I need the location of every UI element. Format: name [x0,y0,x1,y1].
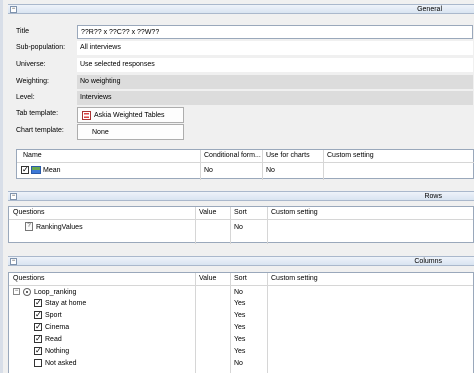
mean-checkbox[interactable] [21,165,29,175]
stats-header-use-for-charts[interactable]: Use for charts [266,152,310,159]
item-checkbox[interactable] [34,346,42,356]
item-checkbox[interactable] [34,322,42,332]
item-checkbox[interactable] [34,310,42,320]
item-sort[interactable]: Yes [234,348,245,355]
columns-header-sort[interactable]: Sort [234,275,247,282]
item-sort[interactable]: Yes [234,336,245,343]
columns-grid: Questions Value Sort Custom setting − Lo… [8,272,474,373]
stats-mean-conditional[interactable]: No [204,167,213,174]
collapse-icon[interactable]: − [10,258,17,265]
rows-item-label: RankingValues [36,224,83,231]
columns-parent-label: Loop_ranking [34,289,77,296]
table-template-icon [82,111,91,120]
columns-header-questions[interactable]: Questions [13,275,45,282]
stats-mean-use-for-charts[interactable]: No [266,167,275,174]
rows-section-title: Rows [424,193,442,200]
item-checkbox[interactable] [34,298,42,308]
general-section-header[interactable]: − General [8,4,474,14]
item-sort[interactable]: Yes [234,312,245,319]
rows-item-sort[interactable]: No [234,224,243,231]
weighting-label: Weighting: [16,78,49,85]
rows-section-header[interactable]: − Rows [8,191,474,201]
tab-template-value: Askia Weighted Tables [94,112,165,119]
tree-collapse-icon[interactable]: − [13,288,20,295]
item-label: Nothing [45,348,70,355]
columns-parent-sort[interactable]: No [234,289,243,296]
universe-label: Universe: [16,61,46,68]
level-value[interactable]: Interviews [77,91,473,105]
collapse-icon[interactable]: − [10,6,17,13]
columns-section-title: Columns [414,258,442,265]
tab-template-button[interactable]: Askia Weighted Tables [77,107,184,123]
item-label: Stay at home [45,300,87,307]
item-label: Sport [45,312,62,319]
rows-grid: Questions Value Sort Custom setting ? Ra… [8,206,474,244]
chart-template-button[interactable]: None [77,124,184,140]
loop-question-icon [23,288,31,296]
subpopulation-label: Sub-population: [16,44,66,51]
item-label: Not asked [45,360,77,367]
columns-header-custom[interactable]: Custom setting [271,275,318,282]
rows-header-questions[interactable]: Questions [13,209,45,216]
chart-template-value: None [92,129,109,136]
chart-template-label: Chart template: [16,127,64,134]
mean-stat-icon [31,166,41,174]
general-section-title: General [417,6,442,13]
rows-header-custom[interactable]: Custom setting [271,209,318,216]
stats-mean-name: Mean [43,167,61,174]
subpopulation-value[interactable]: All interviews [77,41,473,55]
item-checkbox[interactable] [34,334,42,344]
columns-header-value[interactable]: Value [199,275,216,282]
left-edge [0,0,3,373]
item-checkbox[interactable] [34,359,42,367]
weighting-value[interactable]: No weighting [77,75,473,89]
title-input[interactable]: ??R?? x ??C?? x ??W?? [77,25,473,39]
item-label: Read [45,336,62,343]
title-label: Title [16,28,29,35]
stats-header-conditional[interactable]: Conditional form... [204,152,261,159]
rows-header-sort[interactable]: Sort [234,209,247,216]
columns-section-header[interactable]: − Columns [8,256,474,266]
item-sort[interactable]: Yes [234,300,245,307]
stats-header-name[interactable]: Name [23,152,42,159]
level-label: Level: [16,94,35,101]
stats-header-custom[interactable]: Custom setting [327,152,374,159]
tab-template-label: Tab template: [16,110,59,117]
rows-header-value[interactable]: Value [199,209,216,216]
collapse-icon[interactable]: − [10,193,17,200]
universe-value[interactable]: Use selected responses [77,58,473,72]
question-icon: ? [25,222,33,231]
item-label: Cinema [45,324,70,331]
statistics-grid: Name Conditional form... Use for charts … [16,149,474,180]
item-sort[interactable]: No [234,360,243,367]
item-sort[interactable]: Yes [234,324,245,331]
